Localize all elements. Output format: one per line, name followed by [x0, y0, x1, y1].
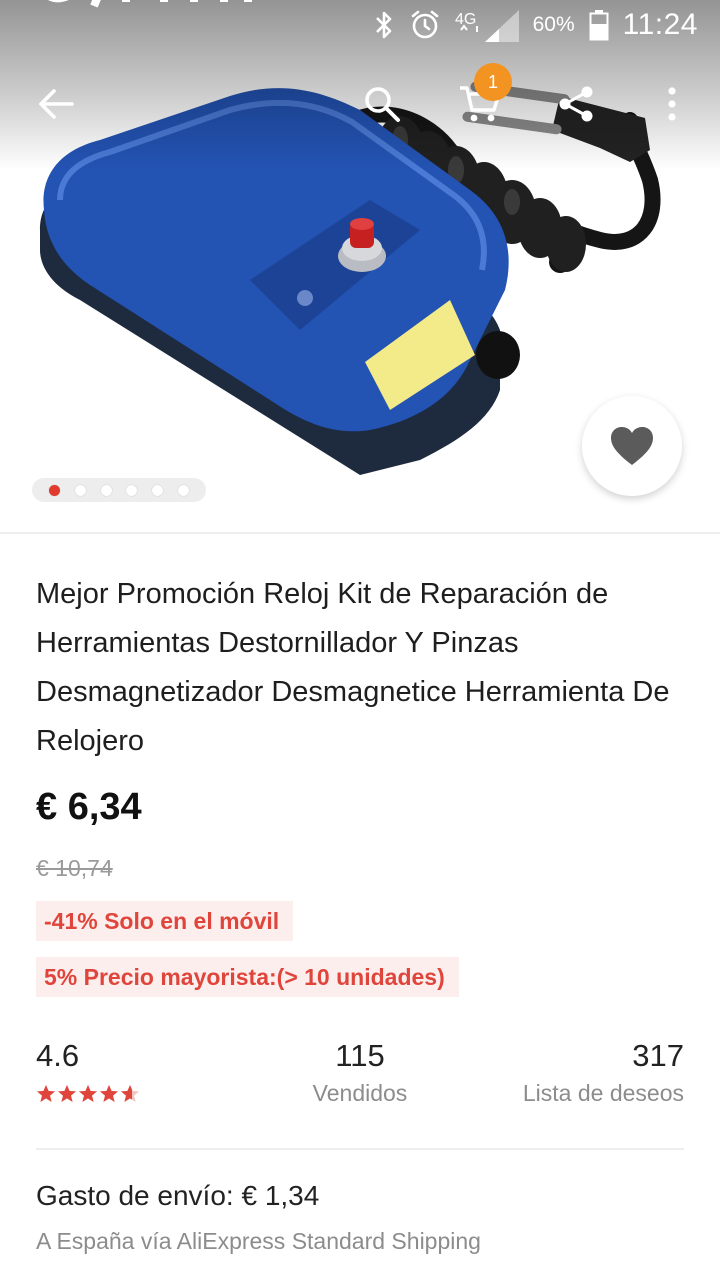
back-arrow-icon: [39, 89, 74, 119]
more-options-button[interactable]: [640, 68, 704, 140]
share-button[interactable]: [544, 68, 608, 140]
original-price: € 10,74: [36, 855, 113, 881]
sold-count: 115: [335, 1038, 385, 1073]
battery-percent: 60%: [532, 13, 575, 36]
carousel-dot[interactable]: [126, 484, 138, 496]
shipping-route: A España vía AliExpress Standard Shippin…: [36, 1228, 481, 1254]
status-clock: 11:24: [622, 8, 698, 41]
product-image-gallery[interactable]: 4G 60% 11:24 1: [0, 0, 720, 532]
more-vert-icon: [668, 87, 676, 121]
carousel-dot[interactable]: [49, 484, 61, 496]
cart-count-badge: 1: [474, 63, 512, 101]
current-price: € 6,34: [36, 786, 142, 828]
product-toolbar: 1: [0, 63, 720, 140]
signal-icon: 4G: [455, 8, 519, 42]
search-button[interactable]: [350, 68, 414, 140]
brand-logo-fragment: [48, 0, 252, 8]
battery-icon: [589, 9, 609, 41]
wishlist-count: 317: [632, 1038, 684, 1073]
wishlist-label: Lista de deseos: [522, 1080, 684, 1106]
status-bar: 4G 60% 11:24: [0, 0, 720, 50]
back-button[interactable]: [24, 68, 88, 140]
carousel-dot[interactable]: [177, 484, 189, 496]
bulk-price-tag[interactable]: 5% Precio mayorista:(> 10 unidades): [36, 957, 459, 997]
carousel-dot[interactable]: [100, 484, 112, 496]
section-divider: [36, 1148, 684, 1150]
carousel-indicator[interactable]: [32, 478, 206, 502]
section-divider: [0, 532, 720, 534]
product-title: Mejor Promoción Reloj Kit de Reparación …: [36, 578, 670, 757]
add-to-wishlist-button[interactable]: [582, 396, 682, 496]
heart-icon: [611, 427, 653, 465]
share-icon: [559, 86, 593, 122]
shipping-cost[interactable]: Gasto de envío: € 1,34: [36, 1180, 319, 1212]
carousel-dot[interactable]: [74, 484, 86, 496]
mobile-discount-tag: -41% Solo en el móvil: [36, 901, 294, 941]
carousel-dot[interactable]: [151, 484, 163, 496]
search-icon: [365, 87, 400, 122]
alarm-icon: [409, 9, 441, 41]
svg-text:4G: 4G: [455, 11, 476, 28]
bluetooth-icon: [373, 10, 395, 40]
